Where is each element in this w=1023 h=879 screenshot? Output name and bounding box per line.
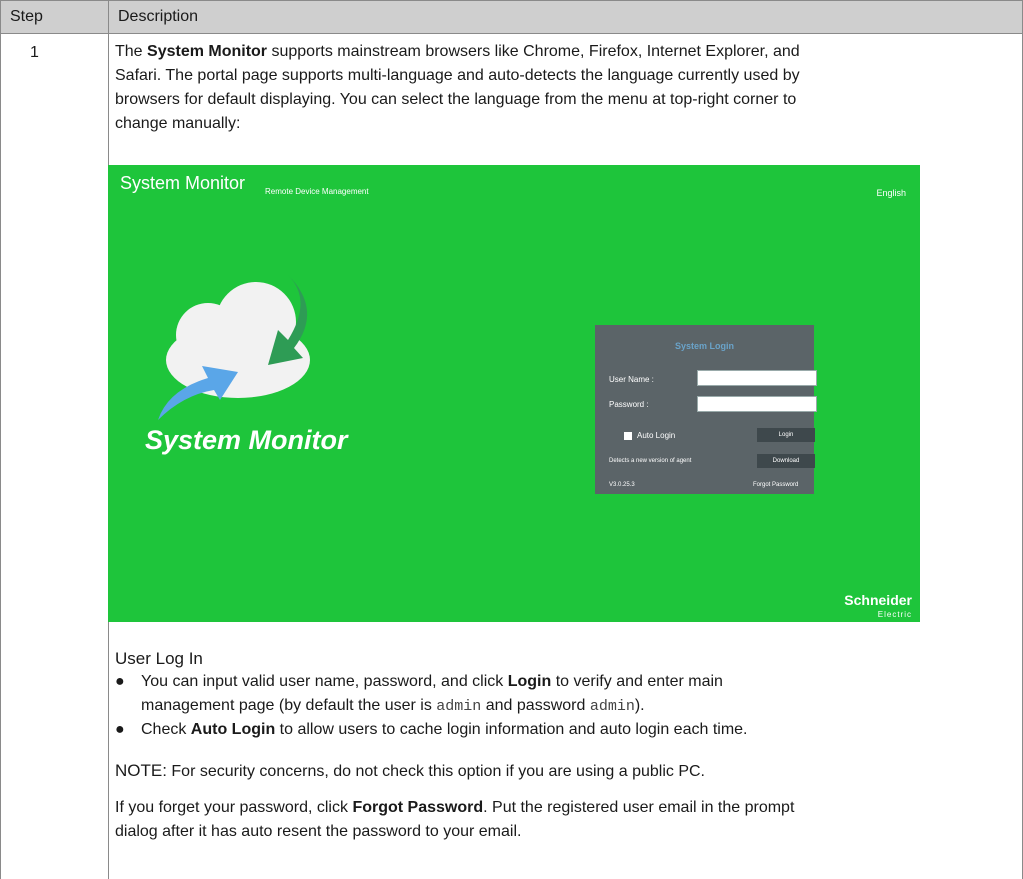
intro-system-monitor: System Monitor xyxy=(147,43,268,60)
agent-notice: Detects a new version of agent xyxy=(609,458,692,464)
user-name-label: User Name : xyxy=(609,375,654,384)
logo-text: System Monitor xyxy=(145,425,348,455)
table-border-left xyxy=(0,32,1,879)
list-item: ● Check Auto Login to allow users to cac… xyxy=(115,718,1005,742)
bullet1-line2-end: ). xyxy=(634,697,645,714)
password-label: Password : xyxy=(609,400,649,409)
bullet-dot: ● xyxy=(115,673,125,690)
auto-login-label: Auto Login xyxy=(637,431,676,440)
brand-logo: Schneider xyxy=(844,592,912,608)
note-paragraph: NOTE: For security concerns, do not chec… xyxy=(115,759,995,784)
intro-line3: browsers for default displaying. You can… xyxy=(115,91,797,108)
forgot-password-link[interactable]: Forgot Password xyxy=(753,482,798,488)
bullet1-text-post: to verify and enter main xyxy=(551,673,723,690)
bullet1-line2-mid: and password xyxy=(481,697,590,714)
app-subtitle: Remote Device Management xyxy=(265,187,369,196)
table-header: Step Description xyxy=(0,0,1023,34)
app-title: System Monitor xyxy=(120,173,246,193)
header-description: Description xyxy=(118,8,199,25)
bullet1-login: Login xyxy=(507,673,552,690)
bullet2-auto-login: Auto Login xyxy=(190,721,276,738)
intro-prefix: The xyxy=(115,43,148,60)
system-monitor-screenshot: System Monitor Remote Device Management … xyxy=(108,165,920,622)
forgot-line2: dialog after it has auto resent the pass… xyxy=(115,823,522,840)
version-label: V3.0.25.3 xyxy=(609,482,635,488)
forgot-post: . Put the registered user email in the p… xyxy=(483,799,795,816)
intro-paragraph: The System Monitor supports mainstream b… xyxy=(115,40,995,136)
bullet1-line2: management page (by default the user is xyxy=(141,697,437,714)
auto-login-checkbox[interactable] xyxy=(624,432,632,440)
note-label: NOTE: xyxy=(115,761,167,780)
header-step: Step xyxy=(10,8,43,25)
intro-line1: supports mainstream browsers like Chrome… xyxy=(267,43,800,60)
bullet1-text: You can input valid user name, password,… xyxy=(141,673,508,690)
login-button[interactable]: Login xyxy=(757,428,815,442)
default-user: admin xyxy=(436,698,482,715)
login-panel: System Login User Name : Password : Auto… xyxy=(595,325,817,494)
download-button[interactable]: Download xyxy=(757,454,815,468)
forgot-bold: Forgot Password xyxy=(352,799,484,816)
cloud-sync-icon xyxy=(158,275,310,420)
list-item: ● You can input valid user name, passwor… xyxy=(115,670,1005,718)
user-name-input[interactable] xyxy=(697,370,817,386)
bullet-dot: ● xyxy=(115,721,125,738)
login-title: System Login xyxy=(674,341,734,351)
section-title: User Log In xyxy=(115,649,203,668)
password-input[interactable] xyxy=(697,396,817,412)
default-password: admin xyxy=(589,698,635,715)
intro-line2: Safari. The portal page supports multi-l… xyxy=(115,67,800,84)
bullet2-post: to allow users to cache login informatio… xyxy=(275,721,748,738)
language-menu[interactable]: English xyxy=(876,188,906,198)
step-number: 1 xyxy=(30,44,39,61)
brand-sub: Electric xyxy=(877,610,912,619)
forgot-pre: If you forget your password, click xyxy=(115,799,353,816)
bullet2-pre: Check xyxy=(141,721,191,738)
forgot-paragraph: If you forget your password, click Forgo… xyxy=(115,796,995,844)
intro-line4: change manually: xyxy=(115,115,241,132)
note-text: For security concerns, do not check this… xyxy=(166,763,705,780)
